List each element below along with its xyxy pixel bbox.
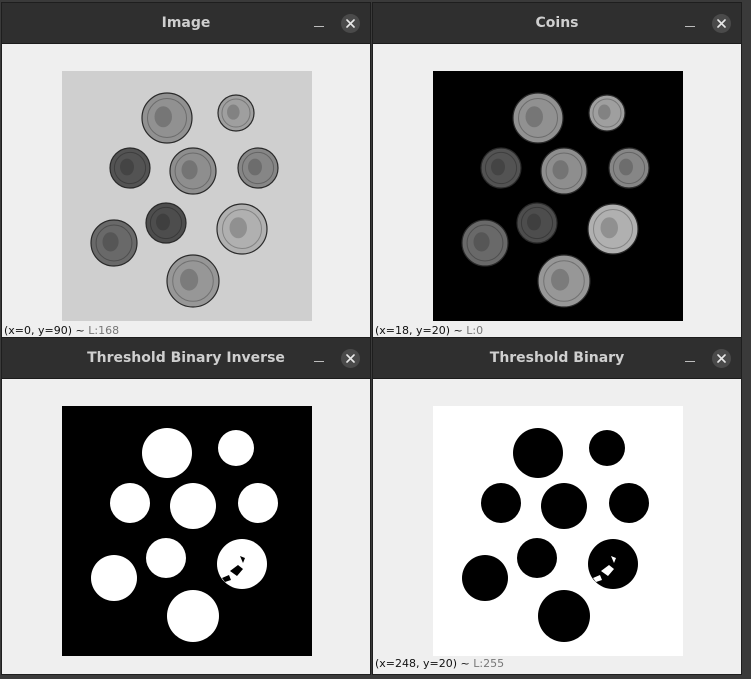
image-canvas[interactable] bbox=[62, 406, 312, 656]
image-canvas[interactable] bbox=[62, 71, 312, 321]
coin-relief bbox=[229, 217, 247, 239]
image-canvas[interactable] bbox=[433, 406, 683, 656]
coin-relief bbox=[248, 158, 262, 176]
threshold-inverse-image bbox=[62, 406, 312, 656]
window-coins[interactable]: Coins (x=18, y=20) ~ L:0 bbox=[372, 2, 742, 340]
coin-relief bbox=[120, 158, 134, 176]
coin-blob bbox=[218, 430, 254, 466]
titlebar[interactable]: Coins bbox=[373, 3, 741, 44]
close-icon[interactable] bbox=[341, 349, 360, 368]
coin-blob bbox=[167, 590, 219, 642]
coin-blob bbox=[589, 430, 625, 466]
coin-relief bbox=[180, 268, 199, 291]
close-icon[interactable] bbox=[341, 14, 360, 33]
coin-blob bbox=[538, 590, 590, 642]
coins-masked-image bbox=[433, 71, 683, 321]
pixel-coords: (x=0, y=90) bbox=[4, 324, 73, 337]
coins-grayscale-image bbox=[62, 71, 312, 321]
pixel-coords: (x=248, y=20) bbox=[375, 657, 458, 670]
window-threshold-binary-inverse[interactable]: Threshold Binary Inverse bbox=[1, 337, 371, 675]
window-image[interactable]: Image (x=0, y=90) ~ L:168 bbox=[1, 2, 371, 340]
titlebar[interactable]: Threshold Binary bbox=[373, 338, 741, 379]
coin-relief bbox=[551, 268, 570, 291]
coin-relief bbox=[552, 160, 569, 180]
coin-blob bbox=[513, 428, 563, 478]
titlebar[interactable]: Threshold Binary Inverse bbox=[2, 338, 370, 379]
minimize-icon[interactable] bbox=[310, 349, 328, 367]
coin-blob bbox=[170, 483, 216, 529]
coin-relief bbox=[227, 104, 240, 120]
coin-blob bbox=[541, 483, 587, 529]
status-bar: (x=0, y=90) ~ L:168 bbox=[4, 324, 120, 337]
coin-blob bbox=[142, 428, 192, 478]
coin-blob bbox=[517, 538, 557, 578]
coin-blob bbox=[91, 555, 137, 601]
minimize-icon[interactable] bbox=[681, 14, 699, 32]
pixel-value: L:0 bbox=[466, 324, 484, 337]
status-bar: (x=18, y=20) ~ L:0 bbox=[375, 324, 484, 337]
coin-blob bbox=[238, 483, 278, 523]
coin-blob bbox=[146, 538, 186, 578]
coin-blob bbox=[217, 539, 267, 589]
coin-relief bbox=[473, 232, 490, 252]
pixel-value: L:168 bbox=[88, 324, 120, 337]
coin-relief bbox=[491, 158, 505, 176]
coin-blob bbox=[481, 483, 521, 523]
coin-relief bbox=[527, 213, 541, 231]
close-icon[interactable] bbox=[712, 14, 731, 33]
minimize-icon[interactable] bbox=[310, 14, 328, 32]
coin-blob bbox=[110, 483, 150, 523]
minimize-icon[interactable] bbox=[681, 349, 699, 367]
coin-relief bbox=[156, 213, 170, 231]
window-threshold-binary[interactable]: Threshold Binary (x=248, y=20) ~ L:255 bbox=[372, 337, 742, 675]
coin-blob bbox=[609, 483, 649, 523]
close-icon[interactable] bbox=[712, 349, 731, 368]
coin-blob bbox=[462, 555, 508, 601]
coin-relief bbox=[525, 106, 543, 128]
coin-relief bbox=[619, 158, 633, 176]
coin-relief bbox=[600, 217, 618, 239]
status-bar: (x=248, y=20) ~ L:255 bbox=[375, 657, 505, 670]
coin-relief bbox=[598, 104, 611, 120]
image-canvas[interactable] bbox=[433, 71, 683, 321]
coin-relief bbox=[102, 232, 119, 252]
pixel-value: L:255 bbox=[473, 657, 505, 670]
threshold-binary-image bbox=[433, 406, 683, 656]
coin-relief bbox=[154, 106, 172, 128]
pixel-coords: (x=18, y=20) bbox=[375, 324, 451, 337]
titlebar[interactable]: Image bbox=[2, 3, 370, 44]
coin-relief bbox=[181, 160, 198, 180]
coin-blob bbox=[588, 539, 638, 589]
